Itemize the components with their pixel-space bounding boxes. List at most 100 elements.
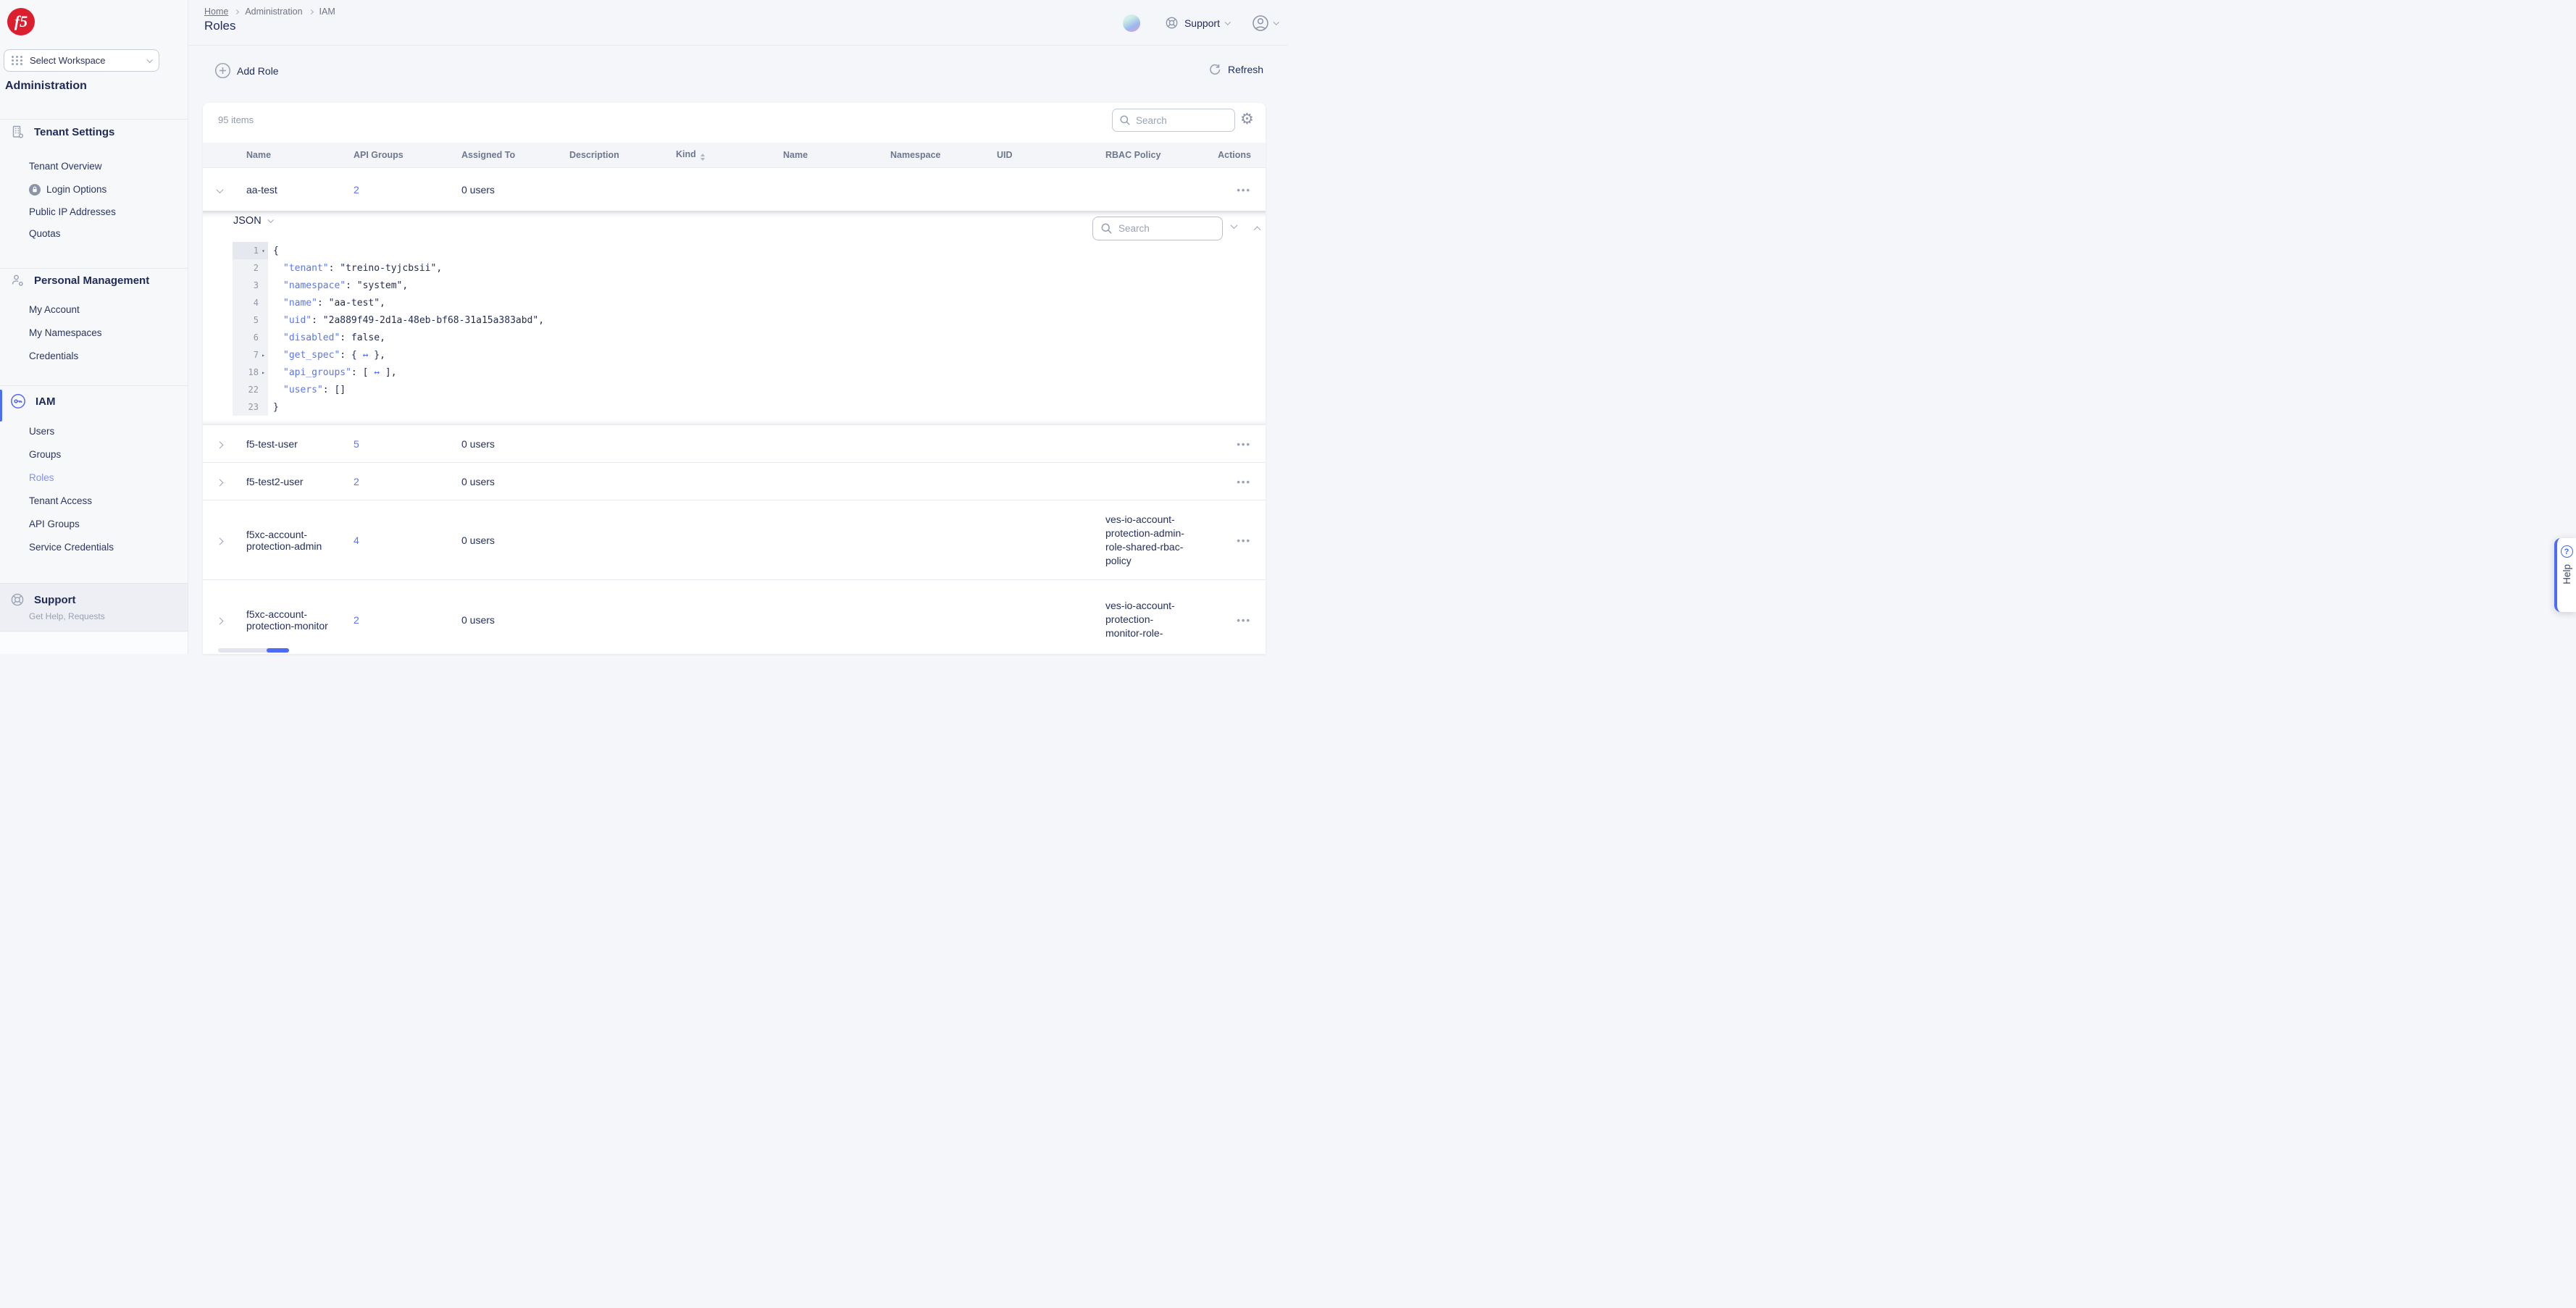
chevron-down-icon xyxy=(268,217,274,223)
sidebar-footer xyxy=(0,632,188,654)
sidebar-support[interactable]: Support Get Help, Requests xyxy=(0,583,188,632)
table-row[interactable]: f5xc-account-protection-admin 4 0 users … xyxy=(203,500,1266,579)
section-iam[interactable]: IAM xyxy=(10,393,56,409)
workspace-selector[interactable]: Select Workspace xyxy=(4,49,159,72)
col-description[interactable]: Description xyxy=(569,150,676,160)
view-mode-dropdown[interactable]: JSON xyxy=(233,215,272,227)
json-search-input[interactable] xyxy=(1118,223,1205,234)
code-line: 22"users": [] xyxy=(233,381,885,398)
sidebar-heading: Administration xyxy=(5,80,87,93)
json-search[interactable] xyxy=(1092,217,1223,240)
table-row[interactable]: aa-test 2 0 users ••• xyxy=(203,168,1266,211)
api-groups-link[interactable]: 2 xyxy=(354,614,359,626)
section-tenant-settings[interactable]: Tenant Settings xyxy=(10,125,114,139)
fold-toggle-icon[interactable]: ▾ xyxy=(259,248,268,254)
breadcrumb-administration[interactable]: Administration xyxy=(245,7,302,17)
sidebar-item-tenant-access[interactable]: Tenant Access xyxy=(29,490,92,512)
expand-row-icon[interactable] xyxy=(217,479,224,486)
fold-toggle-icon[interactable]: ▸ xyxy=(259,369,268,376)
page-title: Roles xyxy=(204,19,235,33)
sidebar-item-tenant-overview[interactable]: Tenant Overview xyxy=(29,155,102,177)
add-role-button[interactable]: Add Role xyxy=(214,62,279,79)
table-row[interactable]: f5-test2-user 2 0 users ••• xyxy=(203,462,1266,500)
api-groups-link[interactable]: 5 xyxy=(354,438,359,450)
find-next-icon[interactable] xyxy=(1231,222,1238,229)
row-actions-button[interactable]: ••• xyxy=(1237,535,1251,546)
api-groups-link[interactable]: 4 xyxy=(354,534,359,546)
divider xyxy=(0,268,188,269)
code-line: 18▸"api_groups": [ ↔ ], xyxy=(233,364,885,381)
expand-row-icon[interactable] xyxy=(217,441,224,448)
rbac-policy: ves-io-account-protection-monitor-role- xyxy=(1105,599,1187,640)
code-line: 7▸"get_spec": { ↔ }, xyxy=(233,346,885,364)
view-mode-label: JSON xyxy=(233,215,262,227)
code-line: 4"name": "aa-test", xyxy=(233,294,885,311)
table-row[interactable]: f5-test-user 5 0 users ••• xyxy=(203,424,1266,462)
sidebar-item-my-namespaces[interactable]: My Namespaces xyxy=(29,322,102,344)
support-menu[interactable]: Support xyxy=(1165,16,1230,30)
sidebar-item-my-account[interactable]: My Account xyxy=(29,298,80,321)
row-actions-button[interactable]: ••• xyxy=(1237,477,1251,487)
breadcrumb-home[interactable]: Home xyxy=(204,7,228,17)
role-name: f5-test-user xyxy=(246,438,298,450)
search-input[interactable] xyxy=(1136,115,1216,126)
json-code-viewer[interactable]: 1▾{ 2"tenant": "treino-tyjcbsii", 3"name… xyxy=(233,242,885,416)
col-kind[interactable]: Kind xyxy=(676,149,783,161)
expand-row-icon[interactable] xyxy=(217,617,224,624)
account-menu[interactable] xyxy=(1252,14,1279,32)
breadcrumb-iam[interactable]: IAM xyxy=(319,7,335,17)
sidebar-item-service-credentials[interactable]: Service Credentials xyxy=(29,536,114,558)
support-subtitle: Get Help, Requests xyxy=(29,611,105,621)
table-row[interactable]: f5xc-account-protection-monitor 2 0 user… xyxy=(203,579,1266,659)
fold-toggle-icon[interactable]: ▸ xyxy=(259,352,268,359)
active-section-indicator xyxy=(0,390,2,422)
col-namespace[interactable]: Namespace xyxy=(890,150,997,160)
col-name[interactable]: Name xyxy=(246,150,354,160)
find-previous-icon[interactable] xyxy=(1254,226,1261,233)
col-rbac-policy[interactable]: RBAC Policy xyxy=(1105,148,1200,162)
api-groups-link[interactable]: 2 xyxy=(354,184,359,196)
api-groups-link[interactable]: 2 xyxy=(354,476,359,487)
help-tab[interactable]: ? Help xyxy=(2554,538,2576,612)
chevron-down-icon xyxy=(1273,19,1279,25)
sidebar-item-api-groups[interactable]: API Groups xyxy=(29,513,80,535)
role-name: f5xc-account-protection-monitor xyxy=(246,608,337,632)
refresh-button[interactable]: Refresh xyxy=(1208,62,1263,77)
sidebar-item-users[interactable]: Users xyxy=(29,420,54,443)
code-line: 23} xyxy=(233,398,885,416)
assistant-orb-icon[interactable] xyxy=(1123,14,1140,32)
role-json-panel: JSON 1▾{ 2"tenant": "treino-tyjcbsii", 3… xyxy=(203,211,1266,424)
col-uid[interactable]: UID xyxy=(997,150,1105,160)
expand-row-icon[interactable] xyxy=(217,537,224,545)
sidebar-item-credentials[interactable]: Credentials xyxy=(29,345,78,367)
lifebuoy-icon xyxy=(10,592,25,607)
row-actions-button[interactable]: ••• xyxy=(1237,439,1251,450)
sidebar-item-login-options[interactable]: Login Options xyxy=(29,178,106,201)
col-assigned-to[interactable]: Assigned To xyxy=(461,150,569,160)
col-actions: Actions xyxy=(1200,150,1251,160)
assigned-to: 0 users xyxy=(461,614,569,626)
f5-logo-icon[interactable]: f5 xyxy=(7,8,35,35)
section-title: IAM xyxy=(35,395,56,408)
col-api-groups[interactable]: API Groups xyxy=(354,150,461,160)
sidebar-item-groups[interactable]: Groups xyxy=(29,443,61,466)
workspace-selector-label: Select Workspace xyxy=(30,55,141,66)
table-header-row: Name API Groups Assigned To Description … xyxy=(203,143,1266,168)
row-actions-button[interactable]: ••• xyxy=(1237,185,1251,196)
lock-badge-icon xyxy=(29,184,41,196)
sidebar-item-roles[interactable]: Roles xyxy=(29,466,54,489)
table-search[interactable] xyxy=(1112,109,1235,132)
code-line: 5"uid": "2a889f49-2d1a-48eb-bf68-31a15a3… xyxy=(233,311,885,329)
sidebar-item-quotas[interactable]: Quotas xyxy=(29,222,61,245)
sort-icon[interactable] xyxy=(701,154,705,161)
chevron-down-icon xyxy=(1225,19,1231,25)
gear-icon[interactable]: ⚙ xyxy=(1240,112,1254,127)
section-personal-management[interactable]: Personal Management xyxy=(10,273,149,288)
horizontal-scrollbar[interactable] xyxy=(218,648,491,653)
col-name-2[interactable]: Name xyxy=(783,150,890,160)
sidebar-item-public-ip-addresses[interactable]: Public IP Addresses xyxy=(29,201,116,223)
collapse-row-icon[interactable] xyxy=(217,186,224,193)
assigned-to: 0 users xyxy=(461,476,569,487)
scrollbar-thumb[interactable] xyxy=(267,648,289,653)
row-actions-button[interactable]: ••• xyxy=(1237,615,1251,626)
